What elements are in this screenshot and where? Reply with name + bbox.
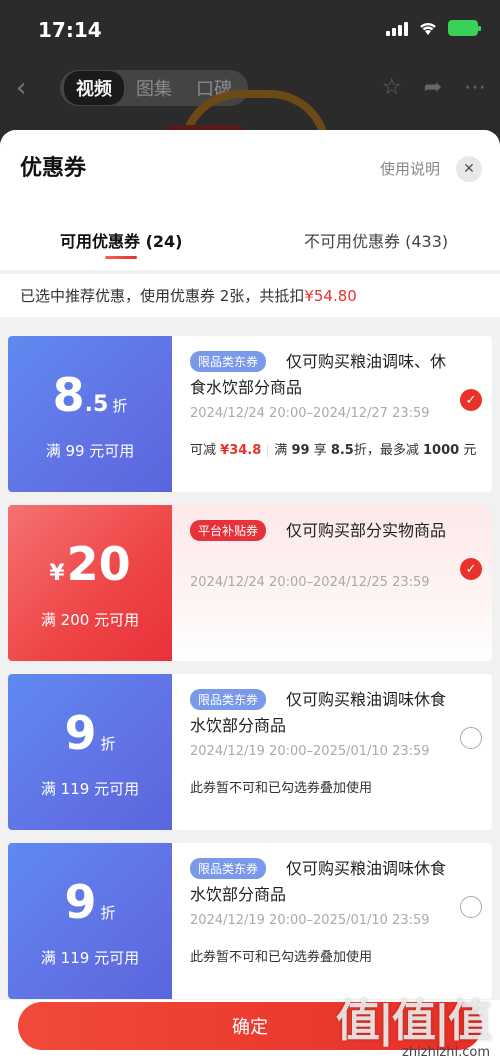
coupon-sheet: 优惠券 使用说明 ✕ 可用优惠券 (24) 不可用优惠券 (433) 已选中推荐… <box>0 130 500 1063</box>
coupon-badge: 限品类东券 <box>190 689 267 710</box>
coupon-value-unit: 折 <box>100 735 116 753</box>
watermark: 值|值|值 zhizhizhi.com <box>335 985 492 1060</box>
wifi-icon <box>420 22 436 35</box>
summary-text: 已选中推荐优惠，使用优惠券 2张，共抵扣 <box>20 287 305 305</box>
coupon-card[interactable]: ¥20 满 200 元可用 仅可购买部分实物商品 平台补贴券 2024/12/2… <box>8 505 492 661</box>
coupon-value-panel: 9折 满 119 元可用 <box>8 674 172 830</box>
coupon-value: 9折 <box>8 706 172 760</box>
status-icons <box>386 20 481 36</box>
note-text: 满 <box>274 443 288 458</box>
note-number: 1000 <box>423 443 460 458</box>
coupon-detail: 仅可购买粮油调味、休食水饮部分商品 限品类东券 2024/12/24 20:00… <box>172 336 492 492</box>
coupon-conflict-note: 此券暂不可和已勾选券叠加使用 <box>190 781 373 796</box>
unchecked-icon[interactable] <box>460 727 482 749</box>
coupon-detail: 仅可购买粮油调味休食水饮部分商品 限品类东券 2024/12/19 20:00–… <box>172 843 492 999</box>
active-tab-indicator <box>105 256 137 259</box>
tab-available-coupons[interactable]: 可用优惠券 (24) <box>60 228 182 252</box>
coupon-value-int: 20 <box>66 537 131 591</box>
signal-icon <box>386 20 408 36</box>
coupon-value-panel: 8.5 折 满 99 元可用 <box>8 336 172 492</box>
coupon-condition: 满 119 元可用 <box>40 780 140 798</box>
note-number: 8.5 <box>330 443 354 458</box>
coupon-period: 2024/12/19 20:00–2025/01/10 23:59 <box>190 913 430 928</box>
background-app: 17:14 ‹ 视频 图集 口碑 ☆ ➦ ⋯ <box>0 0 500 150</box>
note-text: 折，最多减 <box>353 443 419 458</box>
coupon-card[interactable]: 9折 满 119 元可用 仅可购买粮油调味休食水饮部分商品 限品类东券 2024… <box>8 843 492 999</box>
coupon-value: ¥20 <box>8 537 172 591</box>
coupon-value-unit: 折 <box>112 397 128 415</box>
coupon-badge: 限品类东券 <box>190 858 267 879</box>
coupon-tabs: 可用优惠券 (24) 不可用优惠券 (433) <box>0 228 500 268</box>
sheet-header: 优惠券 使用说明 ✕ 可用优惠券 (24) 不可用优惠券 (433) <box>0 130 500 270</box>
close-button[interactable]: ✕ <box>456 156 482 182</box>
coupon-value-int: 9 <box>64 706 97 760</box>
tab-unavailable-coupons[interactable]: 不可用优惠券 (433) <box>304 228 448 252</box>
status-time: 17:14 <box>38 18 102 42</box>
back-icon[interactable]: ‹ <box>16 73 26 103</box>
note-text: 元 <box>463 443 477 458</box>
coupon-value-int: 8 <box>52 368 85 422</box>
summary-amount: ¥54.80 <box>304 287 357 305</box>
coupon-detail: 仅可购买部分实物商品 平台补贴券 2024/12/24 20:00–2024/1… <box>172 505 492 661</box>
coupon-value-int: 9 <box>64 875 97 929</box>
star-icon[interactable]: ☆ <box>382 75 402 100</box>
note-number: 99 <box>291 443 310 458</box>
coupon-value-dec: .5 <box>84 392 109 417</box>
close-icon: ✕ <box>463 161 475 177</box>
coupon-detail: 仅可购买粮油调味休食水饮部分商品 限品类东券 2024/12/19 20:00–… <box>172 674 492 830</box>
checked-icon[interactable]: ✓ <box>460 558 482 580</box>
coupon-value-unit: 折 <box>100 904 116 922</box>
tab-gallery[interactable]: 图集 <box>124 71 184 105</box>
coupon-condition: 满 119 元可用 <box>40 949 140 967</box>
watermark-logo: 值|值|值 <box>335 996 492 1047</box>
coupon-period: 2024/12/19 20:00–2025/01/10 23:59 <box>190 744 430 759</box>
more-icon[interactable]: ⋯ <box>464 75 486 100</box>
coupon-value-panel: ¥20 满 200 元可用 <box>8 505 172 661</box>
nav-actions: ☆ ➦ ⋯ <box>382 75 486 100</box>
share-icon[interactable]: ➦ <box>424 75 442 100</box>
selection-summary: 已选中推荐优惠，使用优惠券 2张，共抵扣¥54.80 <box>0 273 500 317</box>
coupon-value: 9折 <box>8 875 172 929</box>
coupon-value-panel: 9折 满 119 元可用 <box>8 843 172 999</box>
note-amount: ¥34.8 <box>220 443 262 458</box>
coupon-value: 8.5 折 <box>8 368 172 422</box>
coupon-badge: 限品类东券 <box>190 351 267 372</box>
coupon-currency: ¥ <box>49 561 65 586</box>
checked-icon[interactable]: ✓ <box>460 389 482 411</box>
coupon-badge: 平台补贴券 <box>190 520 267 541</box>
coupon-condition: 满 99 元可用 <box>45 442 135 460</box>
note-prefix: 可减 <box>190 443 217 458</box>
note-text: 享 <box>313 443 327 458</box>
tab-video[interactable]: 视频 <box>64 71 124 105</box>
coupon-period: 2024/12/24 20:00–2024/12/27 23:59 <box>190 406 430 421</box>
battery-icon <box>448 20 481 36</box>
sheet-title: 优惠券 <box>20 156 87 181</box>
coupon-card[interactable]: 8.5 折 满 99 元可用 仅可购买粮油调味、休食水饮部分商品 限品类东券 20… <box>8 336 492 492</box>
coupon-card[interactable]: 9折 满 119 元可用 仅可购买粮油调味休食水饮部分商品 限品类东券 2024… <box>8 674 492 830</box>
usage-instructions-link[interactable]: 使用说明 <box>380 158 440 179</box>
coupon-conflict-note: 此券暂不可和已勾选券叠加使用 <box>190 950 373 965</box>
coupon-period: 2024/12/24 20:00–2024/12/25 23:59 <box>190 575 430 590</box>
divider <box>267 444 269 457</box>
coupon-savings-note: 可减 ¥34.8 满 99 享 8.5折，最多减 1000 元 <box>190 439 476 458</box>
coupon-condition: 满 200 元可用 <box>40 611 140 629</box>
status-bar: 17:14 <box>0 0 500 60</box>
unchecked-icon[interactable] <box>460 896 482 918</box>
